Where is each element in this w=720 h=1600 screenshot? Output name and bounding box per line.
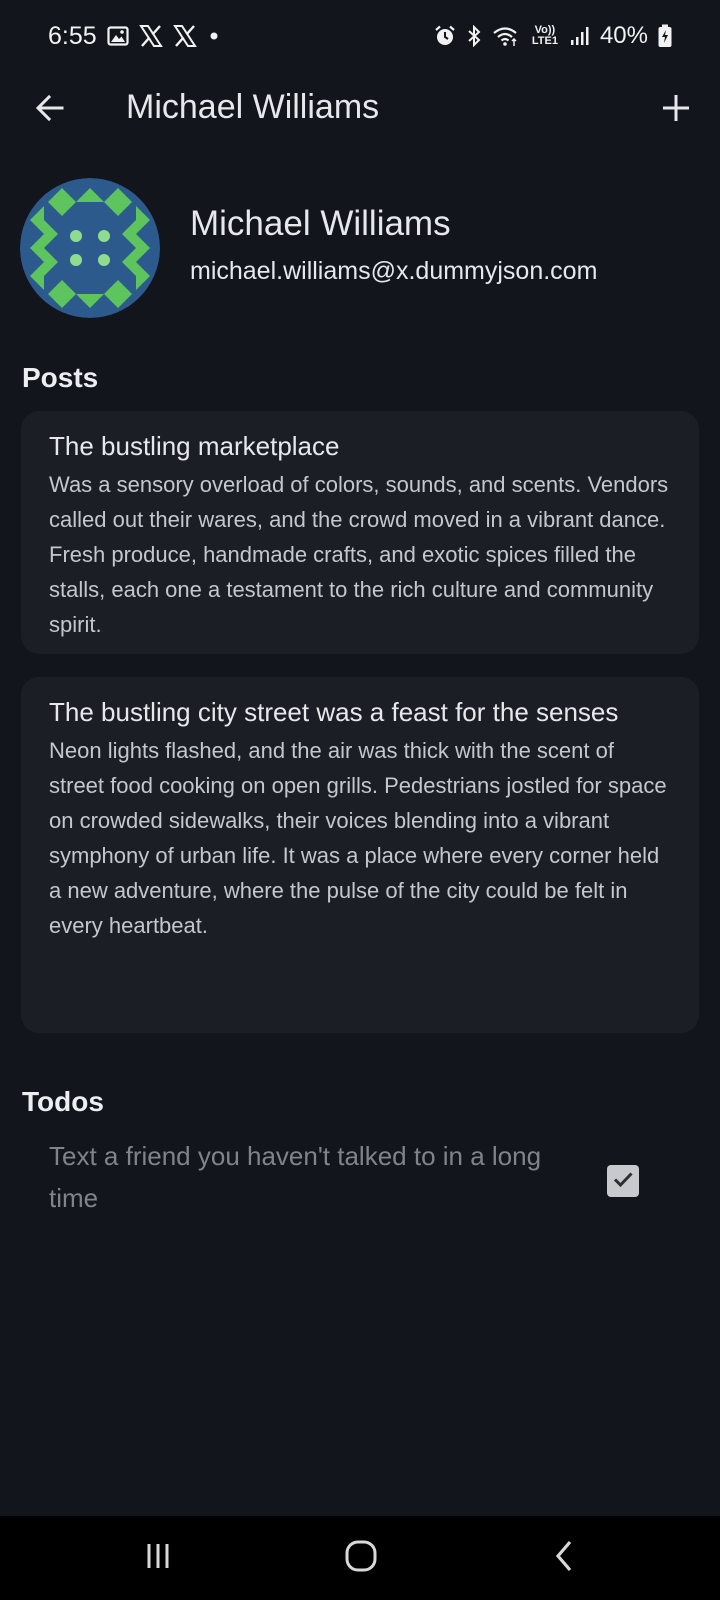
recent-apps-icon (143, 1541, 173, 1576)
gallery-icon (107, 25, 129, 47)
profile-name: Michael Williams (190, 204, 451, 243)
checkmark-icon (611, 1167, 635, 1196)
x-logo-icon (172, 25, 197, 47)
post-title: The bustling city street was a feast for… (49, 697, 619, 727)
post-body: Was a sensory overload of colors, sounds… (49, 472, 669, 637)
profile-header: Michael Williams michael.williams@x.dumm… (20, 178, 700, 320)
recent-apps-button[interactable] (128, 1534, 188, 1582)
status-right: Vo)) LTE1 40% (434, 22, 672, 50)
x-logo-icon (138, 25, 163, 47)
system-nav-bar (0, 1516, 720, 1600)
add-button[interactable] (652, 86, 700, 134)
status-bar: 6:55 Vo)) LTE1 40% (0, 0, 720, 72)
lte-icon: Vo)) LTE1 (531, 24, 558, 47)
home-icon (344, 1539, 378, 1578)
post-card[interactable]: The bustling marketplace Was a sensory o… (21, 411, 699, 654)
plus-icon (661, 93, 691, 128)
status-time: 6:55 (48, 21, 97, 50)
todos-section-title: Todos (22, 1086, 104, 1117)
battery-charging-icon (658, 24, 672, 48)
post-body: Neon lights flashed, and the air was thi… (49, 738, 667, 938)
battery-percent: 40% (599, 22, 648, 49)
app-bar: Michael Williams (0, 72, 720, 148)
status-left: 6:55 (48, 22, 221, 51)
home-button[interactable] (331, 1534, 391, 1582)
alarm-icon (434, 25, 456, 47)
page-title: Michael Williams (126, 88, 380, 126)
avatar (20, 178, 160, 318)
wifi-icon (492, 25, 520, 47)
todo-text: Text a friend you haven't talked to in a… (49, 1141, 542, 1213)
arrow-left-icon (34, 92, 66, 129)
posts-section-title: Posts (22, 362, 99, 393)
dot-icon (207, 29, 221, 43)
bluetooth-icon (466, 25, 482, 47)
profile-email: michael.williams@x.dummyjson.com (190, 257, 598, 285)
post-title: The bustling marketplace (49, 431, 340, 461)
nav-back-button[interactable] (534, 1534, 594, 1582)
signal-icon (570, 25, 590, 47)
back-icon (549, 1539, 579, 1578)
todo-checkbox[interactable] (607, 1165, 639, 1197)
back-button[interactable] (26, 86, 74, 134)
todo-item[interactable]: Text a friend you haven't talked to in a… (21, 1136, 699, 1226)
post-card[interactable]: The bustling city street was a feast for… (21, 677, 699, 1033)
